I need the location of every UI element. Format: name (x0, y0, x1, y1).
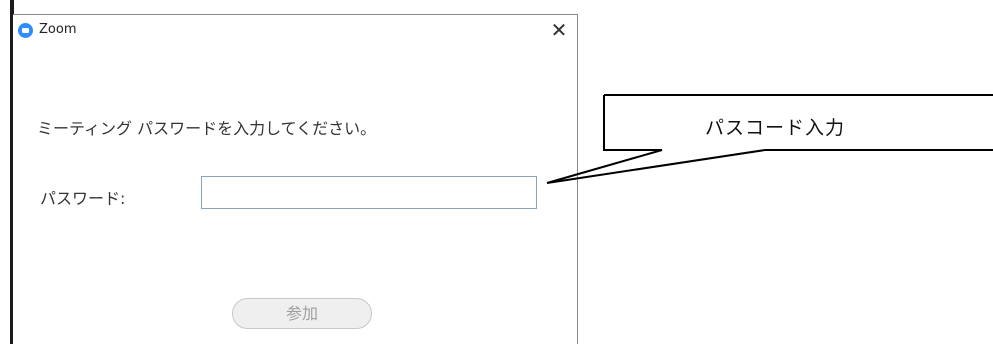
callout-label: パスコード入力 (705, 117, 846, 139)
callout-balloon (546, 94, 993, 184)
screenshot-stage: Zoom ✕ ミーティング パスワードを入力してください。 パスワード: 参加 … (0, 0, 993, 344)
